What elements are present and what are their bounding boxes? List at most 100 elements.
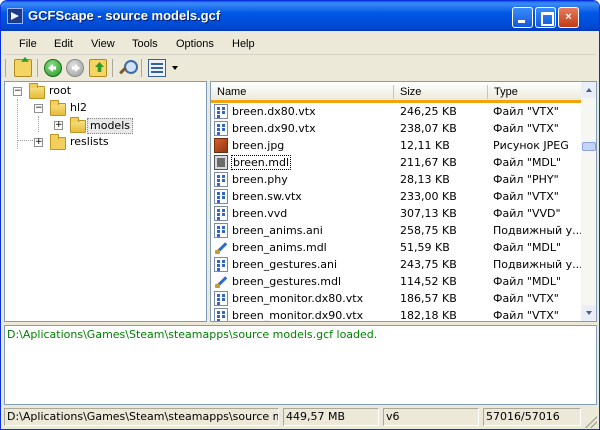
resize-grip[interactable] [585,416,597,428]
file-type: Файл "VVD" [493,207,561,220]
column-divider[interactable] [393,85,394,99]
collapse-icon[interactable]: − [34,104,43,113]
file-row[interactable]: breen_gestures.mdl 114,52 KB Файл "MDL" [211,273,581,290]
tree-item-reslists[interactable]: + reslists [5,134,205,151]
tree-item-hl2[interactable]: − hl2 [5,100,205,117]
file-row[interactable]: breen.mdl 211,67 KB Файл "MDL" [211,154,581,171]
file-vtx-icon [214,308,228,321]
collapse-icon[interactable]: − [13,87,22,96]
menu-edit[interactable]: Edit [54,38,73,50]
tree-item-models[interactable]: + models [5,117,205,134]
back-icon[interactable] [44,59,62,77]
status-version: v6 [383,408,479,426]
tree-label: models [87,118,133,134]
file-type: Файл "MDL" [493,156,562,169]
file-size: 258,75 KB [400,224,457,237]
file-row[interactable]: breen.sw.vtx 233,00 KB Файл "VTX" [211,188,581,205]
view-dropdown-arrow-icon[interactable] [172,66,178,70]
scroll-thumb[interactable] [582,142,596,151]
toolbar-separator [112,59,113,77]
vertical-scrollbar[interactable] [581,82,596,321]
file-vtx-icon [214,291,228,306]
title-bar[interactable]: GCFScape - source models.gcf × [1,1,599,31]
file-name: breen_anims.mdl [232,241,327,254]
file-size: 12,11 KB [400,139,450,152]
folder-tree[interactable]: − root − hl2 + models + reslists [4,81,207,322]
view-mode-icon[interactable] [148,59,166,77]
column-header-type[interactable]: Type [494,86,518,98]
gcfscape-app-icon[interactable] [7,8,23,24]
log-message: D:\Aplications\Games\Steam\steamapps\sou… [7,328,378,341]
file-type: Подвижный у... [493,224,581,237]
scroll-up-icon[interactable] [581,82,596,98]
tree-item-root[interactable]: − root [5,83,205,100]
forward-icon[interactable] [66,59,84,77]
file-size: 243,75 KB [400,258,457,271]
menu-tools[interactable]: Tools [132,38,158,50]
toolbar-separator [37,59,38,77]
file-row[interactable]: breen.phy 28,13 KB Файл "PHY" [211,171,581,188]
file-mdl-icon [214,155,228,170]
status-count: 57016/57016 [483,408,581,426]
window-title: GCFScape - source models.gcf [28,8,221,23]
file-type: Подвижный у... [493,258,581,271]
file-row[interactable]: breen.vvd 307,13 KB Файл "VVD" [211,205,581,222]
expand-icon[interactable]: + [54,121,63,130]
column-header-size[interactable]: Size [400,86,421,98]
file-size: 28,13 KB [400,173,450,186]
maximize-button[interactable] [535,7,556,28]
file-type: Рисунок JPEG [493,139,569,152]
file-type: Файл "VTX" [493,292,559,305]
folder-icon [50,134,66,150]
file-size: 307,13 KB [400,207,457,220]
file-row[interactable]: breen_anims.mdl 51,59 KB Файл "MDL" [211,239,581,256]
file-size: 211,67 KB [400,156,457,169]
file-type: Файл "VTX" [493,309,559,322]
menu-help[interactable]: Help [232,38,255,50]
status-size: 449,57 MB [283,408,379,426]
menu-view[interactable]: View [91,38,115,50]
menu-file[interactable]: File [19,38,37,50]
file-row[interactable]: breen_monitor.dx80.vtx 186,57 KB Файл "VTX… [211,290,581,307]
file-row[interactable]: breen.dx80.vtx 246,25 KB Файл "VTX" [211,103,581,120]
menu-options[interactable]: Options [176,38,214,50]
file-row[interactable]: breen_monitor.dx90.vtx 182,18 KB Файл "VTX… [211,307,581,322]
scroll-down-icon[interactable] [581,305,596,321]
file-vtx-icon [214,104,228,119]
folder-open-icon [29,83,45,99]
tree-label: root [49,84,72,97]
folder-open-icon [50,100,66,116]
file-name: breen.dx80.vtx [232,105,316,118]
up-folder-icon[interactable] [89,59,107,77]
file-row[interactable]: breen_gestures.ani 243,75 KB Подвижный у..… [211,256,581,273]
column-header-name[interactable]: Name [217,86,246,98]
log-panel[interactable]: D:\Aplications\Games\Steam\steamapps\sou… [4,325,597,405]
file-type: Файл "VTX" [493,190,559,203]
close-button[interactable]: × [558,7,579,28]
file-row[interactable]: breen.dx90.vtx 238,07 KB Файл "VTX" [211,120,581,137]
file-row[interactable]: breen.jpg 12,11 KB Рисунок JPEG [211,137,581,154]
file-type: Файл "PHY" [493,173,559,186]
file-vtx-icon [214,121,228,136]
file-row[interactable]: breen_anims.ani 258,75 KB Подвижный у... [211,222,581,239]
file-name: breen.jpg [232,139,285,152]
toolbar-grip [5,59,6,77]
column-divider[interactable] [487,85,488,99]
minimize-button[interactable] [512,7,533,28]
open-folder-icon[interactable] [14,59,32,77]
list-header: Name Size Type [211,82,581,103]
file-size: 186,57 KB [400,292,457,305]
file-size: 238,07 KB [400,122,457,135]
file-brush-icon [214,274,228,289]
menu-bar: File Edit View Tools Options Help [4,31,596,55]
tree-label: reslists [70,135,109,148]
file-name: breen.vvd [232,207,288,220]
file-name: breen.dx90.vtx [232,122,316,135]
expand-icon[interactable]: + [34,138,43,147]
find-icon[interactable] [118,59,138,77]
file-list[interactable]: Name Size Type breen.dx80.vtx 246,25 KB Фа… [210,81,597,322]
file-brush-icon [214,240,228,255]
file-type: Файл "MDL" [493,275,562,288]
file-name: breen_gestures.mdl [232,275,342,288]
file-name: breen.mdl [231,155,292,170]
